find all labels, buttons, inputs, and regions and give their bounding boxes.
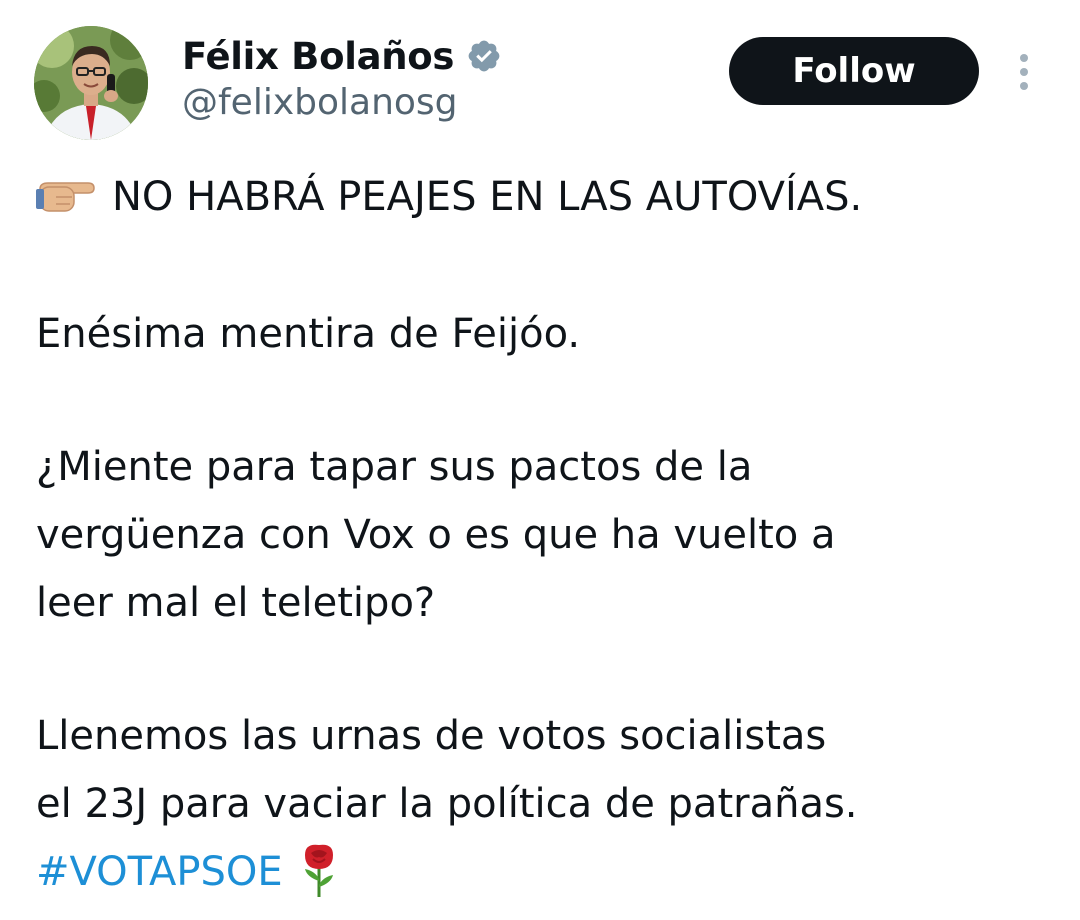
tweet-line-3a: ¿Miente para tapar sus pactos de la <box>36 444 753 490</box>
tweet-hashtag-line: #VOTAPSOE <box>36 838 1066 906</box>
tweet-paragraph-3: ¿Miente para tapar sus pactos de la verg… <box>36 433 1066 637</box>
tweet-card: Félix Bolaños @felixbolanosg Follow NO H… <box>0 0 1080 918</box>
author-avatar[interactable] <box>34 26 148 140</box>
author-handle[interactable]: @felixbolanosg <box>182 82 458 123</box>
tweet-line-2: Enésima mentira de Feijóo. <box>36 311 581 357</box>
tweet-line-4b: el 23J para vaciar la política de patrañ… <box>36 781 858 827</box>
tweet-line-3c: leer mal el teletipo? <box>36 580 436 626</box>
rose-icon <box>301 843 337 899</box>
more-vertical-icon[interactable] <box>1010 50 1038 94</box>
tweet-line-3b: vergüenza con Vox o es que ha vuelto a <box>36 512 836 558</box>
author-name-row: Félix Bolaños <box>182 30 502 82</box>
author-display-name[interactable]: Félix Bolaños <box>182 35 454 78</box>
backhand-index-pointing-right-icon <box>36 168 96 212</box>
verified-badge-icon[interactable] <box>466 38 502 74</box>
tweet-line-4a: Llenemos las urnas de votos socialistas <box>36 713 827 759</box>
tweet-line-1: NO HABRÁ PEAJES EN LAS AUTOVÍAS. <box>36 163 1066 231</box>
tweet-paragraph-2: Enésima mentira de Feijóo. <box>36 300 1066 368</box>
avatar-photo <box>34 26 148 140</box>
follow-button[interactable]: Follow <box>729 37 979 105</box>
tweet-line-1-text: NO HABRÁ PEAJES EN LAS AUTOVÍAS. <box>112 174 863 220</box>
tweet-paragraph-4: Llenemos las urnas de votos socialistas … <box>36 702 1066 906</box>
tweet-text: NO HABRÁ PEAJES EN LAS AUTOVÍAS. <box>36 163 1066 231</box>
hashtag-link[interactable]: #VOTAPSOE <box>36 849 283 895</box>
